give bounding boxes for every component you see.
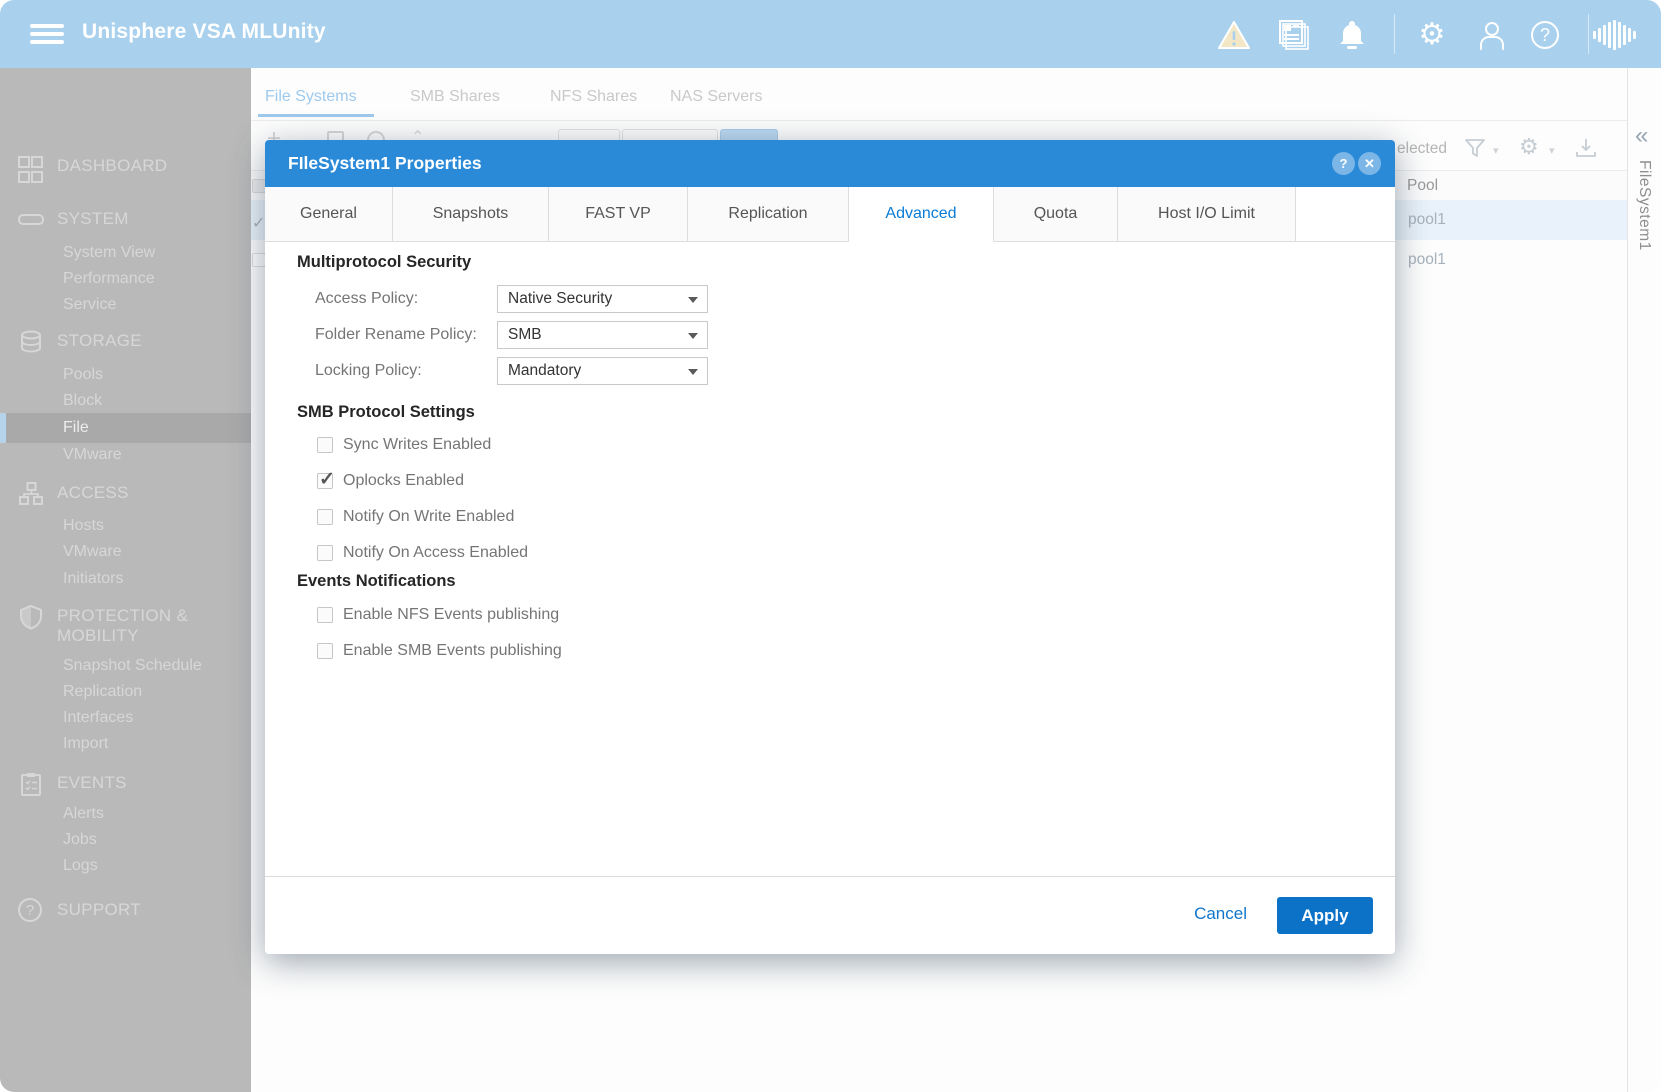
tabs-bottom-border <box>251 120 1661 121</box>
filter-caret-icon[interactable]: ▾ <box>1493 144 1499 157</box>
dialog-tab-general[interactable]: General <box>265 187 393 242</box>
tab-file-systems[interactable]: File Systems <box>265 88 357 106</box>
chevron-down-icon <box>688 333 698 339</box>
dialog-tab-snapshots[interactable]: Snapshots <box>393 187 549 242</box>
events-clipboard-icon <box>18 771 44 797</box>
filesystem-properties-dialog: FIleSystem1 Properties ? ✕ General Snaps… <box>265 140 1395 954</box>
dialog-tabs: General Snapshots FAST VP Replication Ad… <box>265 187 1395 242</box>
help-icon[interactable]: ? <box>1531 18 1565 52</box>
hamburger-icon[interactable] <box>30 24 64 46</box>
details-panel: « FileSystem1 <box>1627 68 1661 1092</box>
notify-on-write-checkbox[interactable] <box>317 509 333 525</box>
protection-shield-icon <box>18 604 44 630</box>
sync-writes-checkbox[interactable] <box>317 437 333 453</box>
notify-on-access-checkbox[interactable] <box>317 545 333 561</box>
dialog-help-icon[interactable]: ? <box>1332 152 1355 175</box>
section-heading-smb: SMB Protocol Settings <box>297 403 475 422</box>
folder-rename-policy-label: Folder Rename Policy: <box>315 321 477 349</box>
app-title: Unisphere VSA MLUnity <box>82 20 326 44</box>
section-heading-multiprotocol: Multiprotocol Security <box>297 253 471 272</box>
export-download-icon[interactable] <box>1575 138 1597 158</box>
app-header: Unisphere VSA MLUnity ⚙ ? <box>0 0 1661 68</box>
storage-icon <box>18 329 44 355</box>
support-help-icon: ? <box>18 898 44 924</box>
dialog-tab-quota[interactable]: Quota <box>994 187 1118 242</box>
system-icon <box>18 207 44 233</box>
table-settings-gear-icon[interactable]: ⚙ <box>1519 134 1539 160</box>
tab-nfs-shares[interactable]: NFS Shares <box>550 88 637 106</box>
dashboard-icon <box>18 154 44 180</box>
user-icon[interactable] <box>1475 18 1509 52</box>
gear-icon[interactable]: ⚙ <box>1415 18 1449 52</box>
sidebar-accent-bar <box>0 413 6 443</box>
access-policy-select[interactable]: Native Security <box>497 285 708 313</box>
dialog-titlebar[interactable]: FIleSystem1 Properties ? ✕ <box>265 140 1395 187</box>
cancel-button[interactable]: Cancel <box>1194 904 1247 924</box>
locking-policy-select[interactable]: Mandatory <box>497 357 708 385</box>
dialog-title: FIleSystem1 Properties <box>288 140 482 187</box>
warning-icon[interactable] <box>1217 18 1251 52</box>
dialog-body: Multiprotocol Security Access Policy: Na… <box>265 242 1395 877</box>
gear-caret-icon[interactable]: ▾ <box>1549 144 1555 157</box>
row-checkbox[interactable] <box>252 253 266 267</box>
bell-icon[interactable] <box>1335 18 1369 52</box>
filter-icon[interactable] <box>1464 138 1486 158</box>
sidebar-selected-row <box>0 413 251 443</box>
access-policy-label: Access Policy: <box>315 285 418 313</box>
dialog-close-icon[interactable]: ✕ <box>1358 152 1381 175</box>
chevron-down-icon <box>688 297 698 303</box>
pool-cell: pool1 <box>1408 211 1446 229</box>
dialog-tab-fast-vp[interactable]: FAST VP <box>549 187 688 242</box>
active-tab-underline <box>258 114 374 117</box>
tab-nas-servers[interactable]: NAS Servers <box>670 88 762 106</box>
collapse-panel-icon[interactable]: « <box>1635 126 1648 146</box>
section-heading-events: Events Notifications <box>297 572 456 591</box>
access-icon <box>18 481 44 507</box>
tab-smb-shares[interactable]: SMB Shares <box>410 88 500 106</box>
apply-button[interactable]: Apply <box>1277 897 1373 934</box>
dialog-tabs-filler <box>1296 187 1395 242</box>
dialog-tab-host-io-limit[interactable]: Host I/O Limit <box>1118 187 1296 242</box>
dialog-tab-advanced[interactable]: Advanced <box>849 187 994 242</box>
column-header-pool[interactable]: Pool <box>1407 177 1438 195</box>
oplocks-checkbox[interactable] <box>317 473 333 489</box>
news-icon[interactable] <box>1277 18 1311 52</box>
dialog-footer: Cancel Apply <box>265 876 1395 954</box>
details-panel-title: FileSystem1 <box>1635 160 1653 251</box>
dialog-tab-replication[interactable]: Replication <box>688 187 849 242</box>
pool-cell: pool1 <box>1408 251 1446 269</box>
enable-smb-events-checkbox[interactable] <box>317 643 333 659</box>
locking-policy-label: Locking Policy: <box>315 357 422 385</box>
select-all-checkbox[interactable] <box>252 179 266 193</box>
header-divider <box>1394 14 1395 54</box>
chevron-down-icon <box>688 369 698 375</box>
sidebar-nav: DASHBOARD SYSTEM System View Performance… <box>0 68 251 1092</box>
header-divider <box>1588 14 1589 54</box>
selection-count-text: elected <box>1397 140 1447 158</box>
enable-nfs-events-checkbox[interactable] <box>317 607 333 623</box>
folder-rename-policy-select[interactable]: SMB <box>497 321 708 349</box>
row-checked-icon[interactable]: ✓ <box>252 213 265 233</box>
app-window: Unisphere VSA MLUnity ⚙ ? DASHBOARD SYS <box>0 0 1661 1092</box>
system-health-icon[interactable] <box>1593 18 1639 52</box>
